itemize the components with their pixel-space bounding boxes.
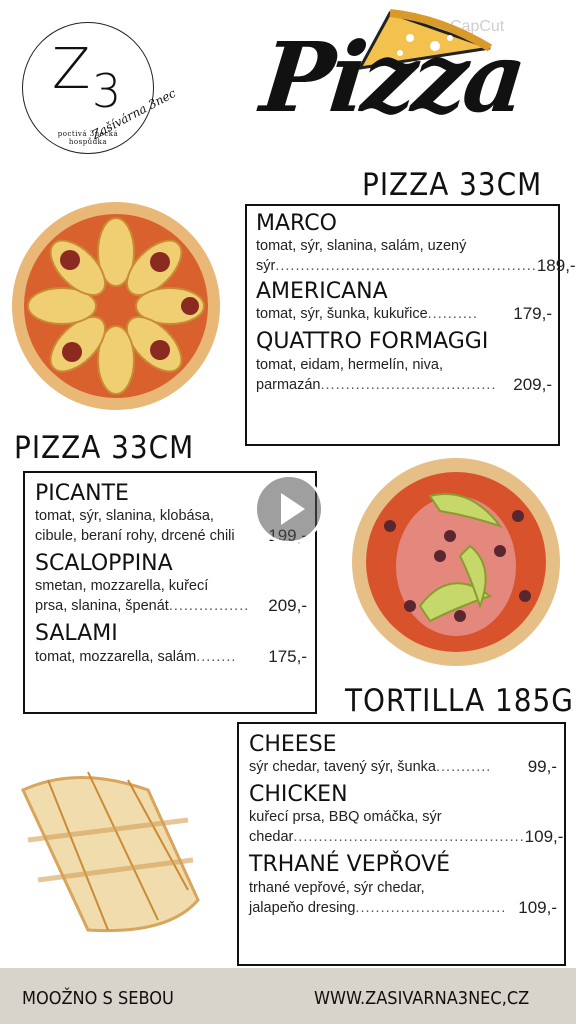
menu-item: SALAMI tomat, mozzarella, salám........ …	[35, 622, 307, 666]
section-heading-pizza-mid: PIZZA 33CM	[14, 430, 195, 466]
item-description: tomat, sýr, šunka, kukuřice	[256, 306, 428, 323]
item-name: SALAMI	[35, 621, 118, 647]
item-name: MARCO	[256, 211, 337, 236]
item-description: trhané vepřové, sýr chedar,	[249, 879, 425, 896]
item-description: prsa, slanina, špenát	[35, 598, 169, 615]
item-description: kuřecí prsa, BBQ omáčka, sýr	[249, 809, 442, 826]
item-description: tomat, sýr, slanina, salám, uzený	[256, 238, 467, 255]
menu-item: MARCO tomat, sýr, slanina, salám, uzený …	[256, 211, 576, 276]
item-price: 179,-	[513, 304, 552, 324]
leader-dots: ........................................…	[293, 829, 525, 846]
play-button[interactable]	[254, 474, 324, 544]
item-price: 209,-	[513, 374, 552, 394]
menu-item: CHICKEN kuřecí prsa, BBQ omáčka, sýr che…	[249, 782, 563, 847]
menu-item: CHEESE sýr chedar, tavený sýr, šunka....…	[249, 732, 557, 777]
item-description: sýr chedar, tavený sýr, šunka	[249, 759, 436, 776]
leader-dots: ..............................	[355, 899, 507, 916]
item-price: 109,-	[518, 897, 557, 917]
item-name: CHICKEN	[249, 782, 348, 808]
footer-takeaway-note: MOOŽNO S SEBOU	[22, 988, 174, 1009]
section-heading-pizza-top: PIZZA 33CM	[362, 167, 543, 203]
item-price: 189,-	[536, 256, 576, 276]
tortilla-image	[21, 771, 200, 933]
menu-item: SCALOPPINA smetan, mozzarella, kuřecí pr…	[35, 551, 307, 616]
item-description: tomat, eidam, hermelín, niva,	[256, 356, 443, 373]
leader-dots: ................	[168, 598, 250, 615]
item-description: sýr	[256, 258, 276, 275]
menu-list-tortilla: CHEESE sýr chedar, tavený sýr, šunka....…	[249, 732, 563, 918]
leader-dots: ..........	[427, 306, 478, 323]
logo-letter: Z	[52, 37, 91, 102]
pizza-image	[352, 458, 560, 666]
item-name: TRHANÉ VEPŘOVÉ	[249, 852, 451, 878]
item-description: jalapeňo dresing	[249, 899, 356, 916]
play-icon	[281, 493, 305, 525]
item-description: tomat, mozzarella, salám	[35, 648, 197, 665]
pizza-image	[12, 202, 220, 410]
item-description: chedar	[249, 829, 294, 846]
menu-item: QUATTRO FORMAGGI tomat, eidam, hermelín,…	[256, 330, 552, 394]
item-name: CHEESE	[249, 732, 337, 757]
menu-item: TRHANÉ VEPŘOVÉ trhané vepřové, sýr cheda…	[249, 853, 557, 917]
item-price: 99,-	[527, 757, 557, 777]
section-heading-tortilla: TORTILLA 185G	[345, 683, 574, 719]
item-description: smetan, mozzarella, kuřecí	[35, 578, 209, 595]
leader-dots: ........................................…	[275, 258, 537, 275]
logo-number: 3	[92, 64, 122, 118]
item-name: SCALOPPINA	[35, 551, 173, 577]
menu-item: AMERICANA tomat, sýr, šunka, kukuřice...…	[256, 279, 552, 324]
footer-website-link[interactable]: WWW.ZASIVARNA3NEC,CZ	[314, 988, 529, 1009]
leader-dots: ...................................	[320, 376, 497, 393]
item-name: QUATTRO FORMAGGI	[256, 329, 489, 355]
item-description: parmazán	[256, 376, 321, 393]
item-price: 109,-	[524, 827, 564, 847]
item-description: cibule, beraní rohy, drcené chili	[35, 528, 235, 545]
menu-list-pizza-top: MARCO tomat, sýr, slanina, salám, uzený …	[256, 211, 576, 395]
item-name: AMERICANA	[256, 279, 388, 305]
leader-dots: ...........	[435, 759, 492, 776]
page-title: Pizza	[256, 21, 528, 134]
logo-tagline: poctivá 3necká hospůdka	[57, 130, 119, 147]
item-price: 175,-	[268, 646, 307, 666]
leader-dots: ........	[196, 648, 237, 665]
item-price: 209,-	[268, 596, 307, 616]
